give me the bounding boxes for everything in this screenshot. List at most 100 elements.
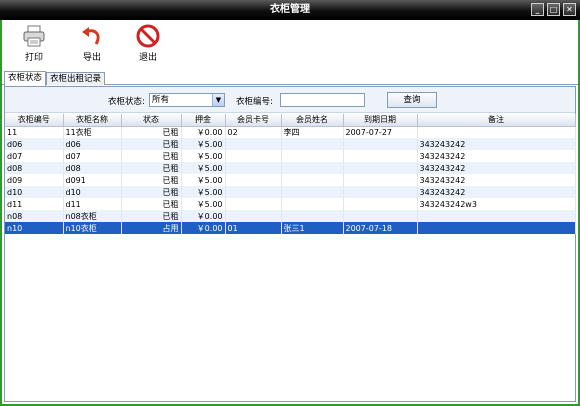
number-filter-label: 衣柜编号:: [236, 97, 273, 107]
cell: d07: [63, 150, 122, 162]
exit-label: 退出: [138, 53, 157, 63]
cell: [225, 210, 282, 222]
cell: [281, 150, 344, 162]
cell: [281, 138, 344, 150]
cell: ￥5.00: [181, 150, 226, 162]
cell: 已租: [121, 198, 182, 210]
cell: n10衣柜: [63, 222, 122, 234]
cell: 2007-07-18: [343, 222, 418, 234]
cell: 343243242w3: [417, 198, 576, 210]
exit-button[interactable]: 退出: [128, 24, 168, 63]
locker-status-panel: 衣柜状态: 所有 ▼ 衣柜编号: 查询 衣柜编号 衣柜名称 状态 押金 会员卡号…: [4, 86, 576, 402]
maximize-button[interactable]: □: [547, 3, 560, 16]
cell: ￥5.00: [181, 174, 226, 186]
cell: 343243242: [417, 174, 576, 186]
cell: [225, 198, 282, 210]
cell: [417, 222, 576, 234]
cell: 已租: [121, 126, 182, 138]
cell: 2007-07-27: [343, 126, 418, 138]
close-button[interactable]: ✕: [563, 3, 576, 16]
cell: [343, 150, 418, 162]
app-window: 衣柜管理 _ □ ✕ 打印 导出 退出 衣柜状态 衣柜出租记录 衣柜状态: 所有…: [0, 0, 580, 406]
table-row[interactable]: d09 d091 已租 ￥5.00 343243242: [5, 174, 576, 186]
toolbar: 打印 导出 退出: [2, 20, 578, 70]
cell: ￥5.00: [181, 186, 226, 198]
locker-number-input[interactable]: [280, 93, 365, 107]
filter-bar: 衣柜状态: 所有 ▼ 衣柜编号: 查询: [5, 87, 575, 113]
col-header[interactable]: 押金: [181, 114, 226, 127]
cell: d08: [5, 162, 64, 174]
tab-locker-status[interactable]: 衣柜状态: [4, 71, 47, 86]
minimize-button[interactable]: _: [531, 3, 544, 16]
cell: 01: [225, 222, 282, 234]
cell: n08: [5, 210, 64, 222]
cell: [225, 186, 282, 198]
cell: [225, 174, 282, 186]
cell: [225, 150, 282, 162]
col-header[interactable]: 备注: [417, 114, 576, 127]
table-body: 11 11衣柜 已租 ￥0.00 02 李四 2007-07-27 d06 d0…: [5, 126, 576, 234]
col-header[interactable]: 到期日期: [343, 114, 418, 127]
cell: 02: [225, 126, 282, 138]
cell: [417, 126, 576, 138]
cell: n10: [5, 222, 64, 234]
table-row[interactable]: d08 d08 已租 ￥5.00 343243242: [5, 162, 576, 174]
col-header[interactable]: 衣柜名称: [63, 114, 122, 127]
export-button[interactable]: 导出: [72, 24, 112, 63]
cell: d11: [5, 198, 64, 210]
chevron-down-icon[interactable]: ▼: [212, 94, 224, 106]
table-row[interactable]: d06 d06 已租 ￥5.00 343243242: [5, 138, 576, 150]
tab-rental-records[interactable]: 衣柜出租记录: [46, 72, 106, 85]
table-row[interactable]: d11 d11 已租 ￥5.00 343243242w3: [5, 198, 576, 210]
cell: 343243242: [417, 138, 576, 150]
cell: d09: [5, 174, 64, 186]
table-row[interactable]: d07 d07 已租 ￥5.00 343243242: [5, 150, 576, 162]
cell: [281, 210, 344, 222]
client-area: 打印 导出 退出 衣柜状态 衣柜出租记录 衣柜状态: 所有 ▼ 衣柜编号: 查询…: [2, 20, 578, 404]
cell: 张三1: [281, 222, 344, 234]
cell: d091: [63, 174, 122, 186]
cell: [343, 198, 418, 210]
col-header[interactable]: 状态: [121, 114, 182, 127]
cell: d10: [63, 186, 122, 198]
cell: ￥5.00: [181, 162, 226, 174]
col-header[interactable]: 衣柜编号: [5, 114, 64, 127]
cell: [225, 162, 282, 174]
table-row[interactable]: n08 n08衣柜 已租 ￥0.00: [5, 210, 576, 222]
cell: [343, 210, 418, 222]
tab-strip: 衣柜状态 衣柜出租记录: [2, 71, 578, 86]
cell: 11衣柜: [63, 126, 122, 138]
cell: 11: [5, 126, 64, 138]
status-select[interactable]: 所有 ▼: [149, 93, 225, 107]
table-row[interactable]: d10 d10 已租 ￥5.00 343243242: [5, 186, 576, 198]
cell: [281, 186, 344, 198]
cell: 已租: [121, 210, 182, 222]
table-row[interactable]: 11 11衣柜 已租 ￥0.00 02 李四 2007-07-27: [5, 126, 576, 138]
cell: [343, 162, 418, 174]
cell: 已租: [121, 186, 182, 198]
cell: 李四: [281, 126, 344, 138]
col-header[interactable]: 会员姓名: [281, 114, 344, 127]
cell: [281, 162, 344, 174]
cell: d10: [5, 186, 64, 198]
cell: d08: [63, 162, 122, 174]
cell: [225, 138, 282, 150]
cell: 343243242: [417, 162, 576, 174]
cell: 已租: [121, 150, 182, 162]
cell: ￥0.00: [181, 210, 226, 222]
cell: d11: [63, 198, 122, 210]
cell: ￥0.00: [181, 126, 226, 138]
table-header-row: 衣柜编号 衣柜名称 状态 押金 会员卡号 会员姓名 到期日期 备注: [5, 114, 576, 127]
cell: [281, 174, 344, 186]
cell: 占用: [121, 222, 182, 234]
printer-icon: [22, 24, 46, 48]
table-row-selected[interactable]: n10 n10衣柜 占用 ￥0.00 01 张三1 2007-07-18: [5, 222, 576, 234]
print-button[interactable]: 打印: [14, 24, 54, 63]
cell: d06: [5, 138, 64, 150]
cell: [417, 210, 576, 222]
query-button[interactable]: 查询: [387, 92, 437, 108]
cell: [343, 174, 418, 186]
title-bar: 衣柜管理 _ □ ✕: [0, 0, 580, 20]
col-header[interactable]: 会员卡号: [225, 114, 282, 127]
cell: d06: [63, 138, 122, 150]
